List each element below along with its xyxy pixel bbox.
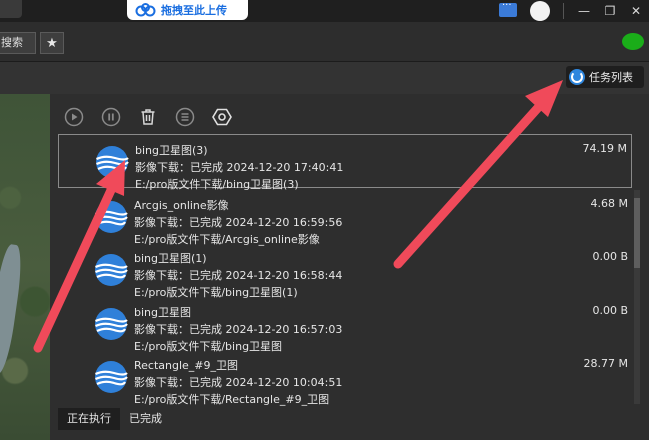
task-size: 0.00 B [592, 250, 628, 263]
search-button[interactable]: 搜索 [0, 32, 36, 54]
minimize-button[interactable]: — [571, 1, 597, 21]
task-size: 0.00 B [592, 304, 628, 317]
settings-icon [212, 108, 232, 126]
task-item[interactable]: Arcgis_online影像 影像下载：已完成 2024-12-20 16:5… [58, 190, 632, 246]
scrollbar-thumb[interactable] [634, 198, 640, 268]
task-item[interactable]: bing卫星图 影像下载：已完成 2024-12-20 16:57:03 E:/… [58, 297, 632, 353]
avatar[interactable] [530, 1, 550, 21]
task-path: E:/pro版文件下载/Rectangle_#9_卫图 [134, 393, 330, 406]
task-name: bing卫星图 [134, 306, 191, 319]
task-status: 影像下载：已完成 2024-12-20 16:59:56 [134, 216, 343, 229]
drag-upload-zone[interactable]: 拖拽至此上传 [127, 0, 248, 20]
list-icon [175, 107, 195, 127]
task-logo-icon [95, 201, 128, 233]
toolbar: 搜索 ★ [0, 22, 649, 62]
wechat-icon[interactable] [622, 33, 644, 50]
task-logo-icon [96, 146, 129, 178]
title-bar: 拖拽至此上传 — ❐ ✕ [0, 0, 649, 22]
task-status: 影像下载：已完成 2024-12-20 17:40:41 [135, 161, 344, 174]
cloud-upload-icon [135, 3, 156, 17]
pause-icon [101, 107, 121, 127]
favorite-button[interactable]: ★ [40, 32, 64, 54]
app-window: 拖拽至此上传 — ❐ ✕ 搜索 ★ 任务列表 [0, 0, 649, 440]
star-icon: ★ [46, 35, 58, 51]
task-list: bing卫星图(3) 影像下载：已完成 2024-12-20 17:40:41 … [58, 134, 632, 406]
task-logo-icon [95, 254, 128, 286]
task-status: 影像下载：已完成 2024-12-20 16:58:44 [134, 269, 343, 282]
play-icon [64, 107, 84, 127]
window-controls: — ❐ ✕ [571, 0, 649, 22]
minimize-icon: — [578, 4, 590, 18]
close-button[interactable]: ✕ [623, 1, 649, 21]
map-river [0, 243, 25, 375]
task-status: 影像下载：已完成 2024-12-20 16:57:03 [134, 323, 343, 336]
task-size: 28.77 M [583, 357, 628, 370]
status-tabs: 正在执行 已完成 [58, 408, 171, 430]
delete-button[interactable] [138, 107, 158, 127]
tab-completed[interactable]: 已完成 [120, 408, 171, 430]
task-name: bing卫星图(1) [134, 252, 207, 265]
tab-running[interactable]: 正在执行 [58, 408, 120, 430]
task-list-icon [569, 69, 585, 85]
task-item[interactable]: Rectangle_#9_卫图 影像下载：已完成 2024-12-20 10:0… [58, 350, 632, 406]
close-icon: ✕ [630, 4, 642, 18]
maximize-icon: ❐ [604, 4, 616, 18]
start-button[interactable] [64, 107, 84, 127]
task-status: 影像下载：已完成 2024-12-20 10:04:51 [134, 376, 343, 389]
task-list-button[interactable]: 任务列表 [566, 66, 644, 88]
trash-icon [141, 109, 155, 125]
task-name: Rectangle_#9_卫图 [134, 359, 239, 372]
task-size: 4.68 M [590, 197, 628, 210]
panel-header [0, 62, 649, 94]
task-logo-icon [95, 308, 128, 340]
task-name: bing卫星图(3) [135, 144, 208, 157]
app-corner-button[interactable] [0, 0, 22, 18]
upload-label: 拖拽至此上传 [161, 4, 227, 17]
task-controls [64, 106, 232, 128]
satellite-map[interactable] [0, 94, 50, 440]
search-label: 搜索 [1, 36, 23, 49]
maximize-button[interactable]: ❐ [597, 1, 623, 21]
task-name: Arcgis_online影像 [134, 199, 229, 212]
divider [563, 3, 564, 19]
settings-button[interactable] [212, 107, 232, 127]
task-item[interactable]: bing卫星图(1) 影像下载：已完成 2024-12-20 16:58:44 … [58, 243, 632, 299]
scrollbar[interactable] [634, 190, 640, 404]
task-item[interactable]: bing卫星图(3) 影像下载：已完成 2024-12-20 17:40:41 … [58, 134, 632, 191]
task-panel: bing卫星图(3) 影像下载：已完成 2024-12-20 17:40:41 … [50, 94, 649, 440]
task-size: 74.19 M [582, 142, 627, 155]
message-icon[interactable] [499, 0, 517, 17]
list-button[interactable] [175, 107, 195, 127]
task-list-label: 任务列表 [589, 71, 633, 84]
task-logo-icon [95, 361, 128, 393]
pause-button[interactable] [101, 107, 121, 127]
